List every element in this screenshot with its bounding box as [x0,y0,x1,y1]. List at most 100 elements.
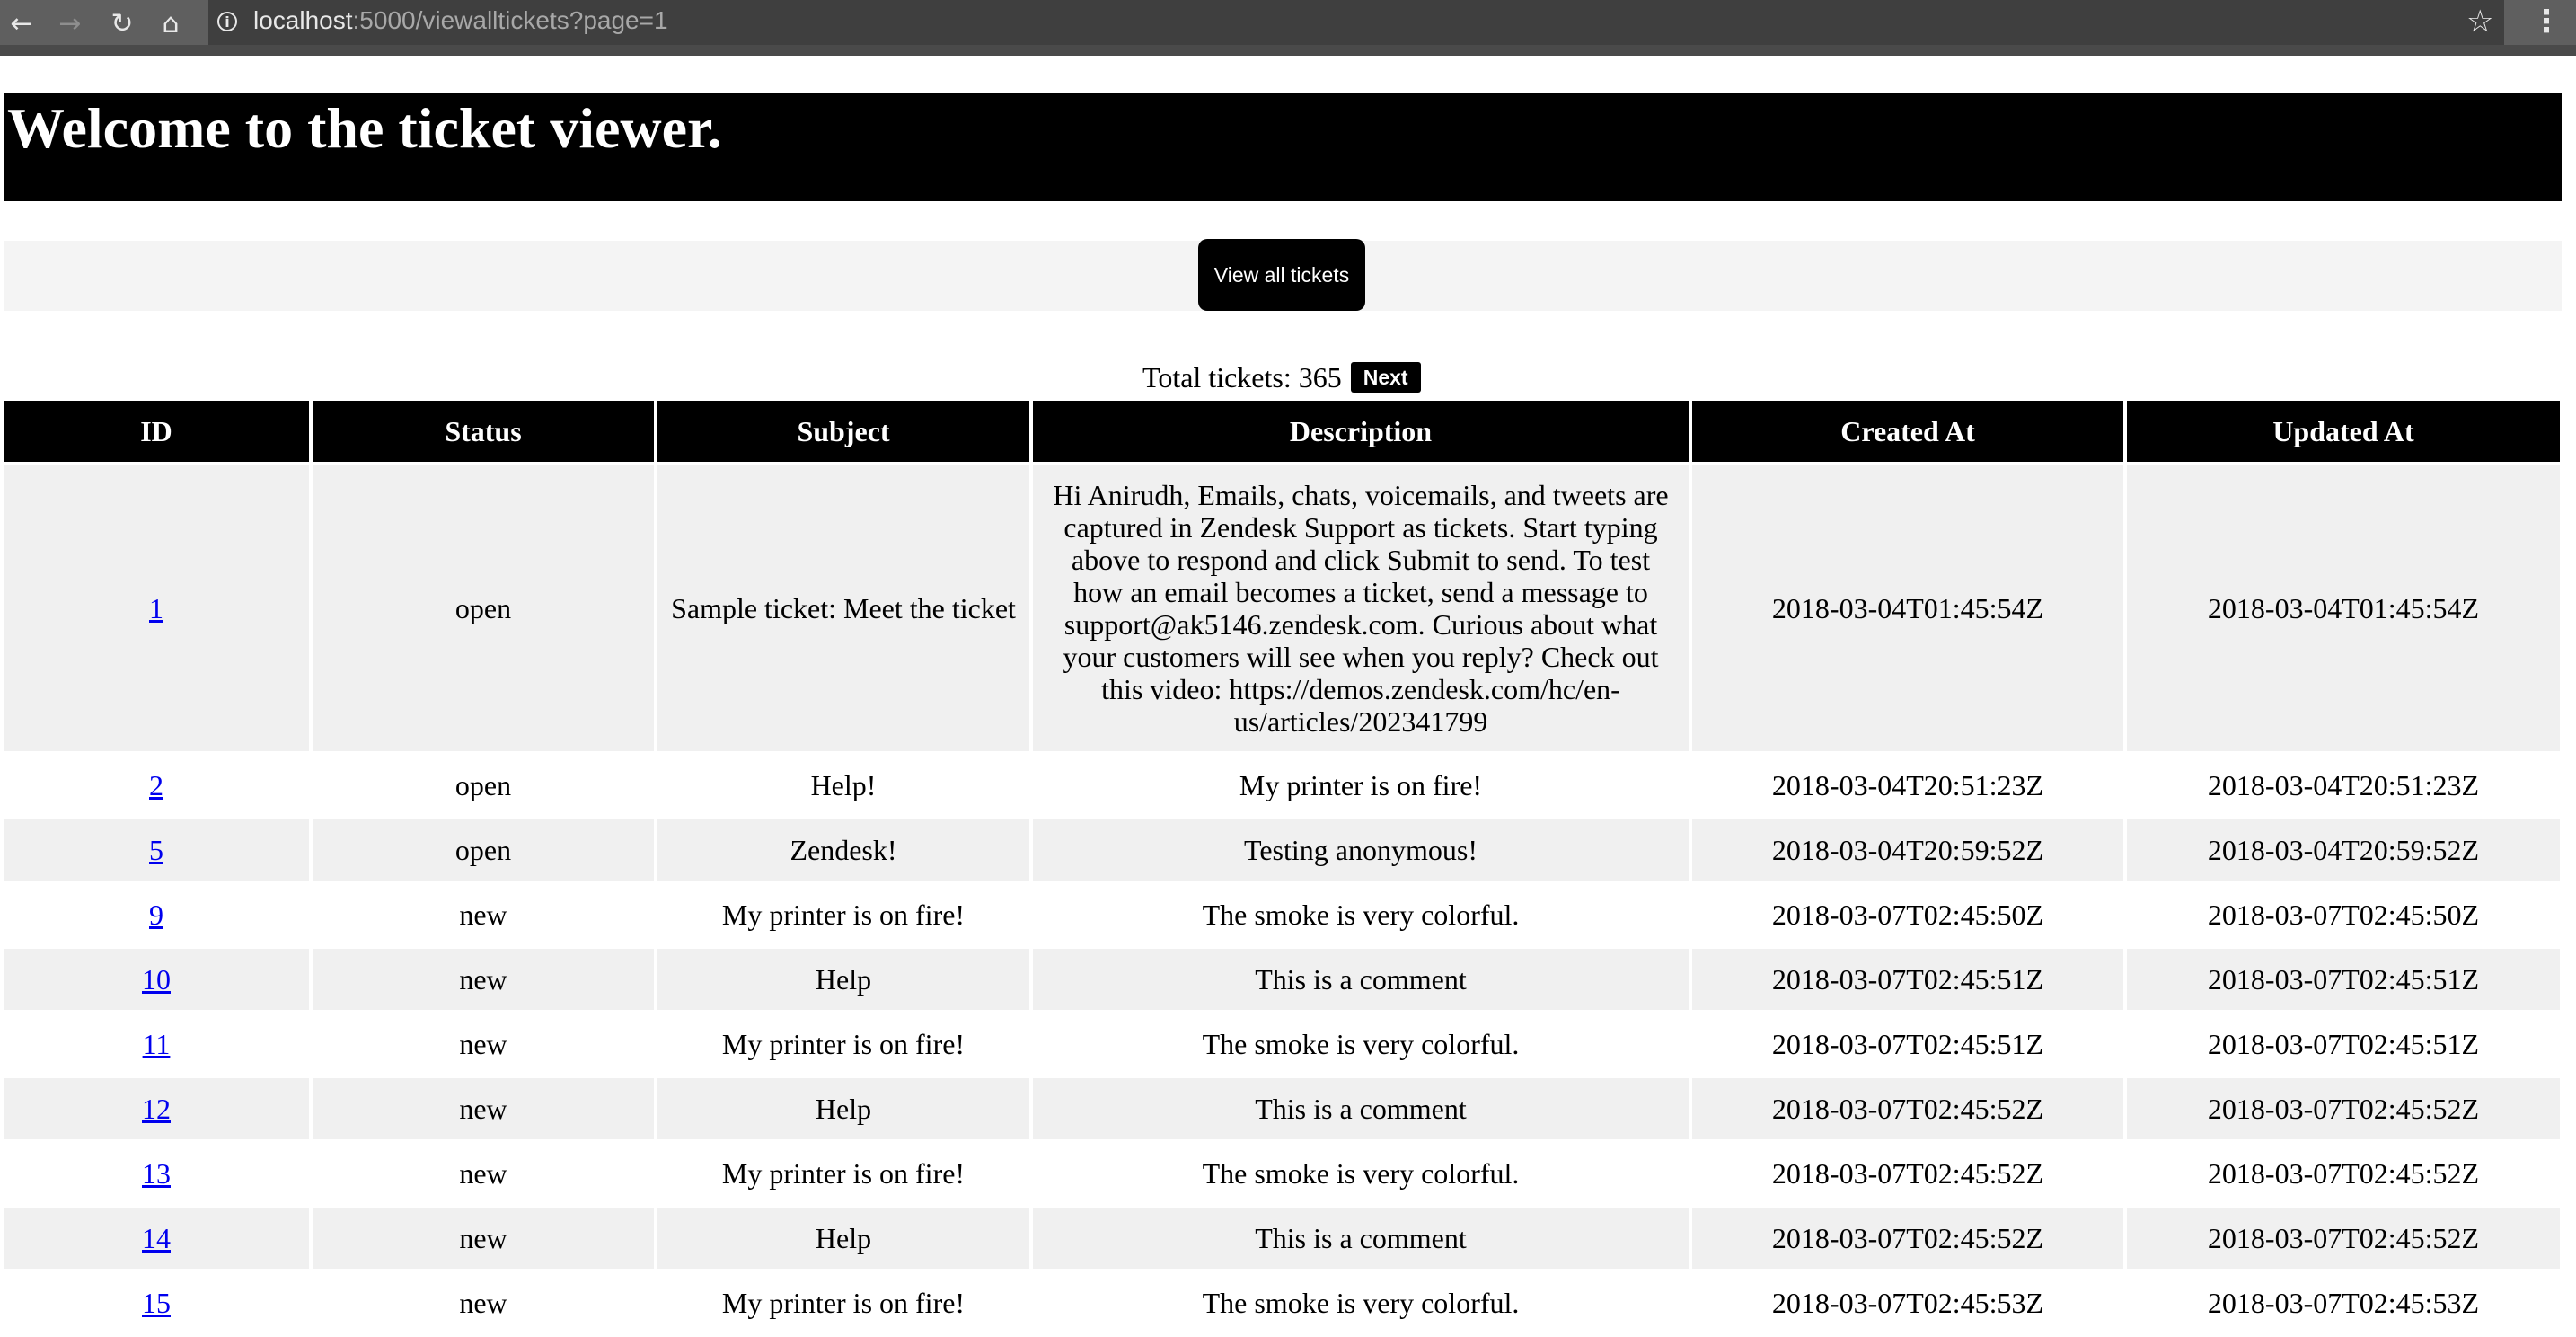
ticket-id-link[interactable]: 1 [149,592,163,624]
forward-icon[interactable]: → [52,5,88,41]
status-cell: open [313,819,654,881]
updated-at-cell: 2018-03-04T01:45:54Z [2127,465,2560,751]
column-header-id: ID [4,401,309,462]
created-at-cell: 2018-03-07T02:45:52Z [1692,1143,2123,1204]
description-cell: The smoke is very colorful. [1033,1272,1689,1333]
column-header-created-at: Created At [1692,401,2123,462]
updated-at-cell: 2018-03-04T20:59:52Z [2127,819,2560,881]
description-cell: This is a comment [1033,1208,1689,1269]
ticket-id-cell: 10 [4,949,309,1010]
status-cell: new [313,949,654,1010]
subject-cell: Help [657,1208,1029,1269]
url-host: localhost [253,6,353,34]
updated-at-cell: 2018-03-07T02:45:51Z [2127,1014,2560,1075]
next-page-button[interactable]: Next [1350,362,1421,393]
table-row: 11 new My printer is on fire! The smoke … [4,1014,2560,1075]
description-cell: My printer is on fire! [1033,755,1689,816]
table-row: 14 new Help This is a comment 2018-03-07… [4,1208,2560,1269]
ticket-id-cell: 12 [4,1078,309,1139]
back-icon[interactable]: ← [4,5,40,41]
column-header-status: Status [313,401,654,462]
home-icon[interactable]: ⌂ [153,5,189,41]
table-row: 10 new Help This is a comment 2018-03-07… [4,949,2560,1010]
ticket-id-link[interactable]: 13 [142,1157,171,1190]
table-row: 9 new My printer is on fire! The smoke i… [4,884,2560,945]
total-tickets-row: Total tickets: 365 Next [1142,359,1421,395]
updated-at-cell: 2018-03-04T20:51:23Z [2127,755,2560,816]
ticket-id-cell: 15 [4,1272,309,1333]
updated-at-cell: 2018-03-07T02:45:52Z [2127,1143,2560,1204]
subject-cell: My printer is on fire! [657,1014,1029,1075]
bookmark-star-icon[interactable]: ☆ [2466,4,2493,40]
created-at-cell: 2018-03-04T20:59:52Z [1692,819,2123,881]
created-at-cell: 2018-03-04T20:51:23Z [1692,755,2123,816]
description-cell: The smoke is very colorful. [1033,1143,1689,1204]
created-at-cell: 2018-03-04T01:45:54Z [1692,465,2123,751]
table-row: 2 open Help! My printer is on fire! 2018… [4,755,2560,816]
created-at-cell: 2018-03-07T02:45:52Z [1692,1208,2123,1269]
updated-at-cell: 2018-03-07T02:45:52Z [2127,1078,2560,1139]
ticket-id-cell: 2 [4,755,309,816]
subject-cell: Sample ticket: Meet the ticket [657,465,1029,751]
column-header-description: Description [1033,401,1689,462]
description-cell: This is a comment [1033,1078,1689,1139]
subject-cell: My printer is on fire! [657,1272,1029,1333]
description-cell: Testing anonymous! [1033,819,1689,881]
ticket-id-link[interactable]: 11 [143,1028,171,1060]
status-cell: new [313,1272,654,1333]
subject-cell: Zendesk! [657,819,1029,881]
column-header-updated-at: Updated At [2127,401,2560,462]
subject-cell: Help [657,1078,1029,1139]
status-cell: new [313,1208,654,1269]
status-cell: new [313,884,654,945]
ticket-id-link[interactable]: 14 [142,1222,171,1254]
ticket-id-link[interactable]: 9 [149,899,163,931]
url-path: :5000/viewalltickets?page=1 [352,6,668,34]
description-cell: Hi Anirudh, Emails, chats, voicemails, a… [1033,465,1689,751]
table-row: 15 new My printer is on fire! The smoke … [4,1272,2560,1333]
ticket-id-link[interactable]: 10 [142,963,171,996]
table-row: 1 open Sample ticket: Meet the ticket Hi… [4,465,2560,751]
created-at-cell: 2018-03-07T02:45:50Z [1692,884,2123,945]
info-icon[interactable]: i [217,12,237,31]
description-cell: The smoke is very colorful. [1033,1014,1689,1075]
ticket-id-cell: 13 [4,1143,309,1204]
column-header-subject: Subject [657,401,1029,462]
status-cell: open [313,465,654,751]
toolbar-divider [0,45,2576,56]
created-at-cell: 2018-03-07T02:45:51Z [1692,1014,2123,1075]
header-banner: Welcome to the ticket viewer. [4,93,2562,201]
created-at-cell: 2018-03-07T02:45:53Z [1692,1272,2123,1333]
ticket-id-cell: 9 [4,884,309,945]
ticket-id-link[interactable]: 12 [142,1093,171,1125]
updated-at-cell: 2018-03-07T02:45:51Z [2127,949,2560,1010]
table-row: 13 new My printer is on fire! The smoke … [4,1143,2560,1204]
subject-cell: My printer is on fire! [657,884,1029,945]
ticket-id-link[interactable]: 15 [142,1287,171,1319]
ticket-id-link[interactable]: 2 [149,769,163,801]
created-at-cell: 2018-03-07T02:45:51Z [1692,949,2123,1010]
ticket-id-link[interactable]: 5 [149,834,163,866]
ticket-id-cell: 5 [4,819,309,881]
total-tickets-label: Total tickets: 365 [1142,360,1342,394]
description-cell: This is a comment [1033,949,1689,1010]
status-cell: new [313,1078,654,1139]
more-menu-icon[interactable]: ⋮ [2531,4,2562,40]
url-text[interactable]: localhost:5000/viewalltickets?page=1 [253,6,668,35]
page-title: Welcome to the ticket viewer. [7,96,722,160]
ticket-id-cell: 11 [4,1014,309,1075]
reload-icon[interactable]: ↻ [104,5,140,41]
updated-at-cell: 2018-03-07T02:45:53Z [2127,1272,2560,1333]
description-cell: The smoke is very colorful. [1033,884,1689,945]
updated-at-cell: 2018-03-07T02:45:52Z [2127,1208,2560,1269]
ticket-id-cell: 14 [4,1208,309,1269]
updated-at-cell: 2018-03-07T02:45:50Z [2127,884,2560,945]
subject-cell: Help! [657,755,1029,816]
subject-cell: Help [657,949,1029,1010]
created-at-cell: 2018-03-07T02:45:52Z [1692,1078,2123,1139]
status-cell: new [313,1014,654,1075]
view-all-tickets-button[interactable]: View all tickets [1198,239,1365,311]
status-cell: new [313,1143,654,1204]
subject-cell: My printer is on fire! [657,1143,1029,1204]
status-cell: open [313,755,654,816]
